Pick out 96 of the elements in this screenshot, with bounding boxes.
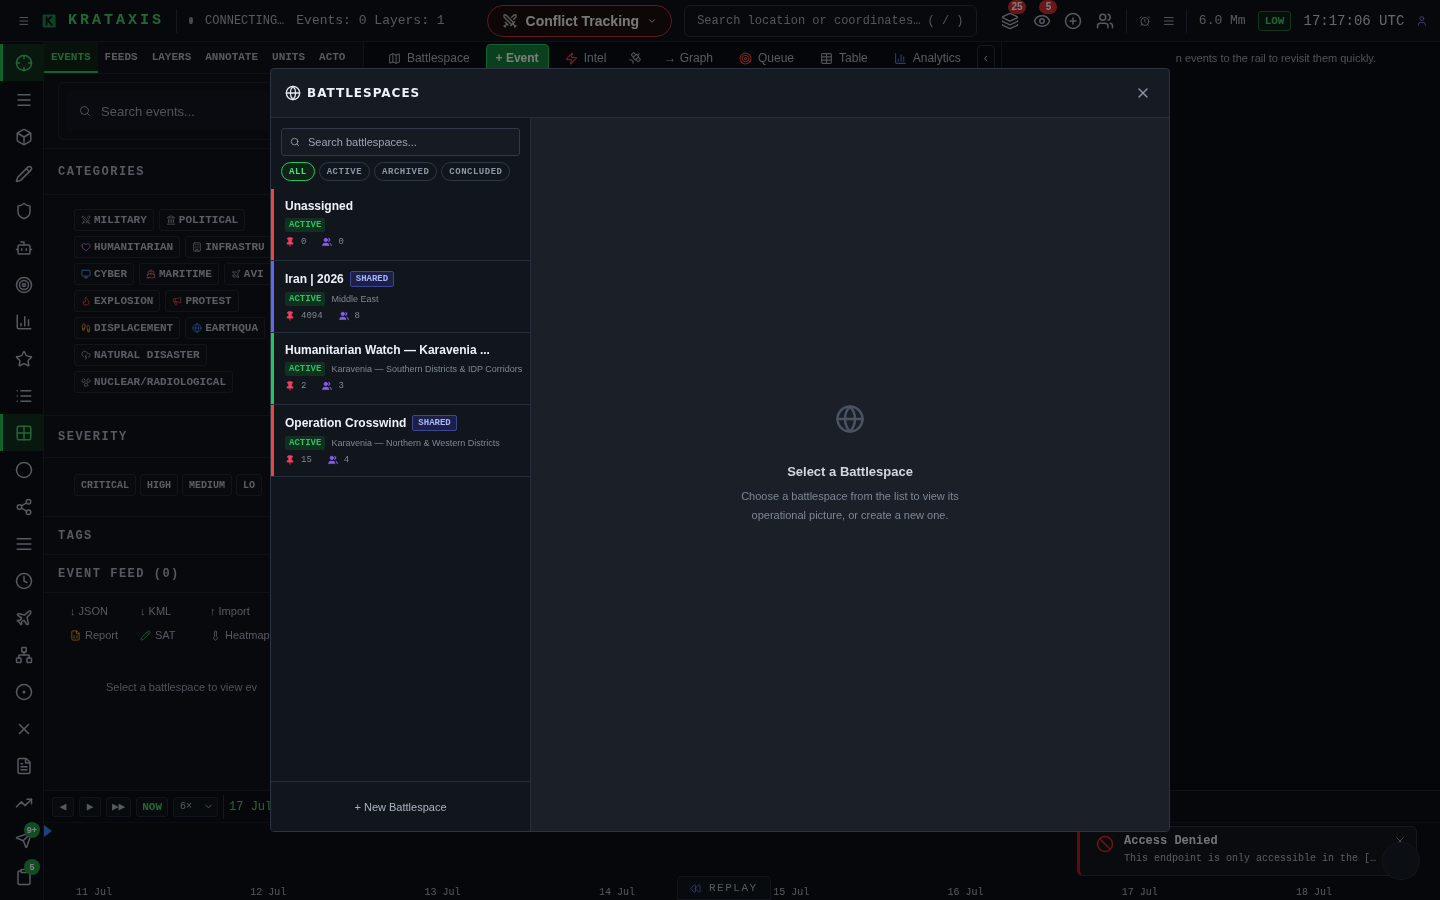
date-tick: 17 Jul: [1121, 887, 1158, 898]
panel-tab[interactable]: UNITS: [265, 42, 313, 73]
toolbar-button[interactable]: Intel: [554, 45, 617, 71]
date-tick: 18 Jul: [1296, 887, 1333, 898]
date-tick: 14 Jul: [598, 887, 635, 898]
count-badge: 25: [1008, 0, 1026, 14]
toolbar-button[interactable]: Queue: [729, 45, 805, 71]
panel-tab[interactable]: LAYERS: [144, 42, 199, 73]
tool-button[interactable]: Heatmap: [210, 629, 280, 641]
rail-button[interactable]: 9+: [0, 821, 44, 858]
severity-chip[interactable]: HIGH: [140, 474, 179, 496]
playback-button[interactable]: ▶▶: [106, 796, 132, 817]
battlespace-name: Iran | 2026: [285, 272, 344, 286]
panel-tab[interactable]: ACTO: [312, 42, 353, 73]
count-badge: 5: [24, 859, 40, 875]
count-badge: 9+: [23, 822, 40, 838]
date-tick: 16 Jul: [947, 887, 984, 898]
severity-chip[interactable]: LO: [236, 474, 263, 496]
member-count: 4: [343, 455, 350, 465]
member-count: 3: [338, 381, 344, 391]
export-button[interactable]: ↓ JSON: [70, 605, 140, 617]
toolbar-button[interactable]: Battlespace: [377, 45, 480, 71]
category-chip[interactable]: INFRASTRU: [185, 236, 272, 258]
panel-tab[interactable]: ANNOTATE: [198, 42, 266, 73]
replay-button[interactable]: REPLAY: [677, 876, 771, 900]
clock-text: 17:17:06 UTC: [1303, 12, 1405, 29]
date-tick: 12 Jul: [250, 887, 287, 898]
category-chip[interactable]: AVI: [223, 263, 271, 285]
date-tick: 13 Jul: [424, 887, 461, 898]
toast-title: Access Denied: [1124, 834, 1218, 848]
category-chip[interactable]: MARITIME: [139, 263, 219, 285]
scale-text: 6.0 Mm: [1198, 13, 1246, 28]
brand-name: KRATAXIS: [67, 12, 164, 29]
rail-button[interactable]: 5: [0, 858, 44, 895]
export-button[interactable]: ↓ KML: [140, 605, 210, 617]
tool-button[interactable]: SAT: [140, 629, 210, 641]
member-count: 0: [338, 237, 344, 247]
shared-badge: SHARED: [349, 271, 395, 287]
shared-badge: SHARED: [412, 415, 457, 431]
new-battlespace-button[interactable]: + New Battlespace: [271, 781, 530, 831]
category-chip[interactable]: NATURAL DISASTER: [74, 344, 207, 366]
status-badge: ACTIVE: [285, 362, 326, 376]
category-chip[interactable]: NUCLEAR/RADIOLOGICAL: [74, 371, 234, 393]
battlespace-item[interactable]: Operation Crosswind SHARED ACTIVE Karavenia — Northern & Western Districts 15 4: [271, 405, 530, 477]
battlespace-item[interactable]: Humanitarian Watch — Karavenia ... ACTIVE Karavenia — Southern Districts & IDP Corridors 2 3: [271, 333, 530, 405]
threat-level: LOW: [1257, 10, 1292, 31]
pin-count: 2: [301, 381, 307, 391]
empty-description: Choose a battlespace from the list to view its operational picture, or create a new one.: [740, 488, 960, 523]
current-date: 17 Jul: [229, 799, 273, 814]
battlespace-item[interactable]: Unassigned ACTIVE 0 0: [271, 189, 530, 261]
toast-message: This endpoint is only accessible in the […: [1124, 853, 1377, 864]
battlespace-name: Humanitarian Watch — Karavenia ...: [285, 343, 490, 357]
region-text: Karavenia — Southern Districts & IDP Corridors: [331, 364, 523, 374]
toolbar-button[interactable]: Analytics: [883, 45, 971, 71]
category-chip[interactable]: POLITICAL: [158, 209, 246, 231]
status-badge: ACTIVE: [285, 292, 326, 306]
severity-chip[interactable]: MEDIUM: [182, 474, 233, 496]
counts-text: Events: 0 Layers: 1: [296, 13, 445, 28]
category-chip[interactable]: EXPLOSION: [74, 290, 161, 312]
panel-tab[interactable]: EVENTS: [44, 42, 98, 73]
panel-tab[interactable]: FEEDS: [97, 42, 145, 73]
empty-message: Select a battlespace to view ev: [106, 681, 258, 693]
playback-button[interactable]: ▶: [79, 796, 101, 817]
pin-count: 0: [301, 237, 307, 247]
date-tick: 15 Jul: [773, 887, 810, 898]
category-chip[interactable]: PROTEST: [165, 290, 239, 312]
location-search-field[interactable]: Search location or coordinates… ( / ): [684, 4, 977, 37]
empty-title: Select a Battlespace: [787, 463, 913, 479]
battlespace-name: Unassigned: [285, 199, 353, 213]
category-chip[interactable]: HUMANITARIAN: [74, 236, 181, 258]
tool-button[interactable]: Report: [70, 629, 140, 641]
date-tick: 11 Jul: [76, 887, 112, 898]
count-badge: 5: [1039, 0, 1058, 14]
category-chip[interactable]: CYBER: [74, 263, 134, 285]
now-button[interactable]: NOW: [136, 796, 169, 817]
pin-count: 15: [301, 455, 312, 465]
severity-chip[interactable]: CRITICAL: [74, 474, 136, 496]
toolbar-button[interactable]: → Graph: [654, 45, 723, 71]
battlespace-item[interactable]: Iran | 2026 SHARED ACTIVE Middle East 4094 8: [271, 261, 530, 333]
category-chip[interactable]: DISPLACEMENT: [74, 317, 181, 339]
hint-text: n events to the rail to revisit them quickly.: [1175, 52, 1377, 64]
status-badge: ACTIVE: [285, 436, 326, 450]
toolbar-button[interactable]: Table: [810, 45, 878, 71]
status-badge: ACTIVE: [285, 218, 326, 232]
battlespace-search-field[interactable]: Search battlespaces...: [281, 128, 520, 156]
export-button[interactable]: ↑ Import: [210, 605, 280, 617]
mode-dropdown[interactable]: Conflict Tracking: [486, 4, 673, 37]
speed-select[interactable]: 6×: [173, 796, 219, 817]
category-chip[interactable]: EARTHQUA: [185, 317, 266, 339]
member-count: 8: [354, 311, 360, 321]
playback-button[interactable]: ◀: [52, 796, 74, 817]
pin-count: 4094: [301, 311, 323, 321]
region-text: Middle East: [331, 294, 379, 304]
category-chip[interactable]: MILITARY: [74, 209, 154, 231]
connection-status: CONNECTING…: [205, 13, 285, 28]
filter-pill[interactable]: ALL: [281, 162, 315, 181]
